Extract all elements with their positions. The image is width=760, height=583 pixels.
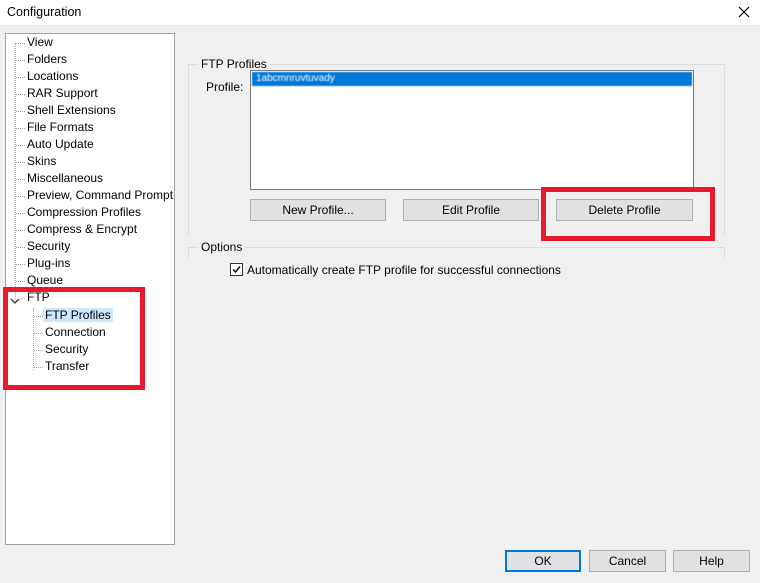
- tree-item-label: Security: [27, 239, 71, 253]
- tree-item-label: Auto Update: [27, 137, 94, 151]
- close-icon: [738, 6, 750, 18]
- checkmark-icon: [232, 266, 241, 274]
- tree-item-security[interactable]: Security: [6, 238, 70, 255]
- profile-list-item[interactable]: 1abcmnruvtuvady: [252, 72, 692, 86]
- tree-item-label: Miscellaneous: [27, 171, 104, 185]
- tree-item-label: Folders: [27, 52, 68, 66]
- tree-item-label: Compression Profiles: [27, 205, 142, 219]
- new-profile-button[interactable]: New Profile...: [250, 199, 386, 221]
- close-button[interactable]: [734, 3, 754, 21]
- window-title: Configuration: [7, 5, 82, 19]
- tree-item-label: View: [27, 35, 53, 49]
- ftp-profiles-group-title: FTP Profiles: [198, 57, 270, 71]
- tree-item-folders[interactable]: Folders: [6, 51, 67, 68]
- ok-button[interactable]: OK: [505, 550, 581, 572]
- options-group: [188, 247, 725, 258]
- tree-item-label: Preview, Command Prompt: [27, 188, 174, 202]
- delete-profile-highlight: [541, 187, 715, 241]
- tree-item-miscellaneous[interactable]: Miscellaneous: [6, 170, 103, 187]
- tree-item-locations[interactable]: Locations: [6, 68, 78, 85]
- tree-item-compression-profiles[interactable]: Compression Profiles: [6, 204, 141, 221]
- tree-item-label: Locations: [27, 69, 79, 83]
- tree-item-preview-command-prompt[interactable]: Preview, Command Prompt: [6, 187, 173, 204]
- tree-item-compress-encrypt[interactable]: Compress & Encrypt: [6, 221, 137, 238]
- auto-create-label[interactable]: Automatically create FTP profile for suc…: [247, 263, 561, 277]
- options-group-title: Options: [198, 240, 246, 254]
- tree-item-skins[interactable]: Skins: [6, 153, 56, 170]
- tree-item-auto-update[interactable]: Auto Update: [6, 136, 94, 153]
- tree-item-label: Compress & Encrypt: [27, 222, 138, 236]
- help-button[interactable]: Help: [673, 550, 750, 572]
- tree-item-label: Plug-ins: [27, 256, 71, 270]
- tree-item-plug-ins[interactable]: Plug-ins: [6, 255, 70, 272]
- edit-profile-button[interactable]: Edit Profile: [403, 199, 539, 221]
- tree-item-label: Queue: [27, 273, 64, 287]
- ftp-tree-highlight: [3, 287, 145, 390]
- profile-label: Profile:: [206, 80, 244, 94]
- tree-item-file-formats[interactable]: File Formats: [6, 119, 94, 136]
- tree-item-label: Skins: [27, 154, 57, 168]
- auto-create-checkbox[interactable]: [230, 263, 243, 276]
- tree-item-view[interactable]: View: [6, 34, 53, 51]
- tree-item-rar-support[interactable]: RAR Support: [6, 85, 98, 102]
- title-bar: Configuration: [0, 0, 760, 26]
- tree-item-label: Shell Extensions: [27, 103, 116, 117]
- tree-item-label: File Formats: [27, 120, 94, 134]
- cancel-button[interactable]: Cancel: [589, 550, 666, 572]
- profile-list[interactable]: 1abcmnruvtuvady: [250, 70, 694, 190]
- tree-item-label: RAR Support: [27, 86, 98, 100]
- tree-item-shell-extensions[interactable]: Shell Extensions: [6, 102, 116, 119]
